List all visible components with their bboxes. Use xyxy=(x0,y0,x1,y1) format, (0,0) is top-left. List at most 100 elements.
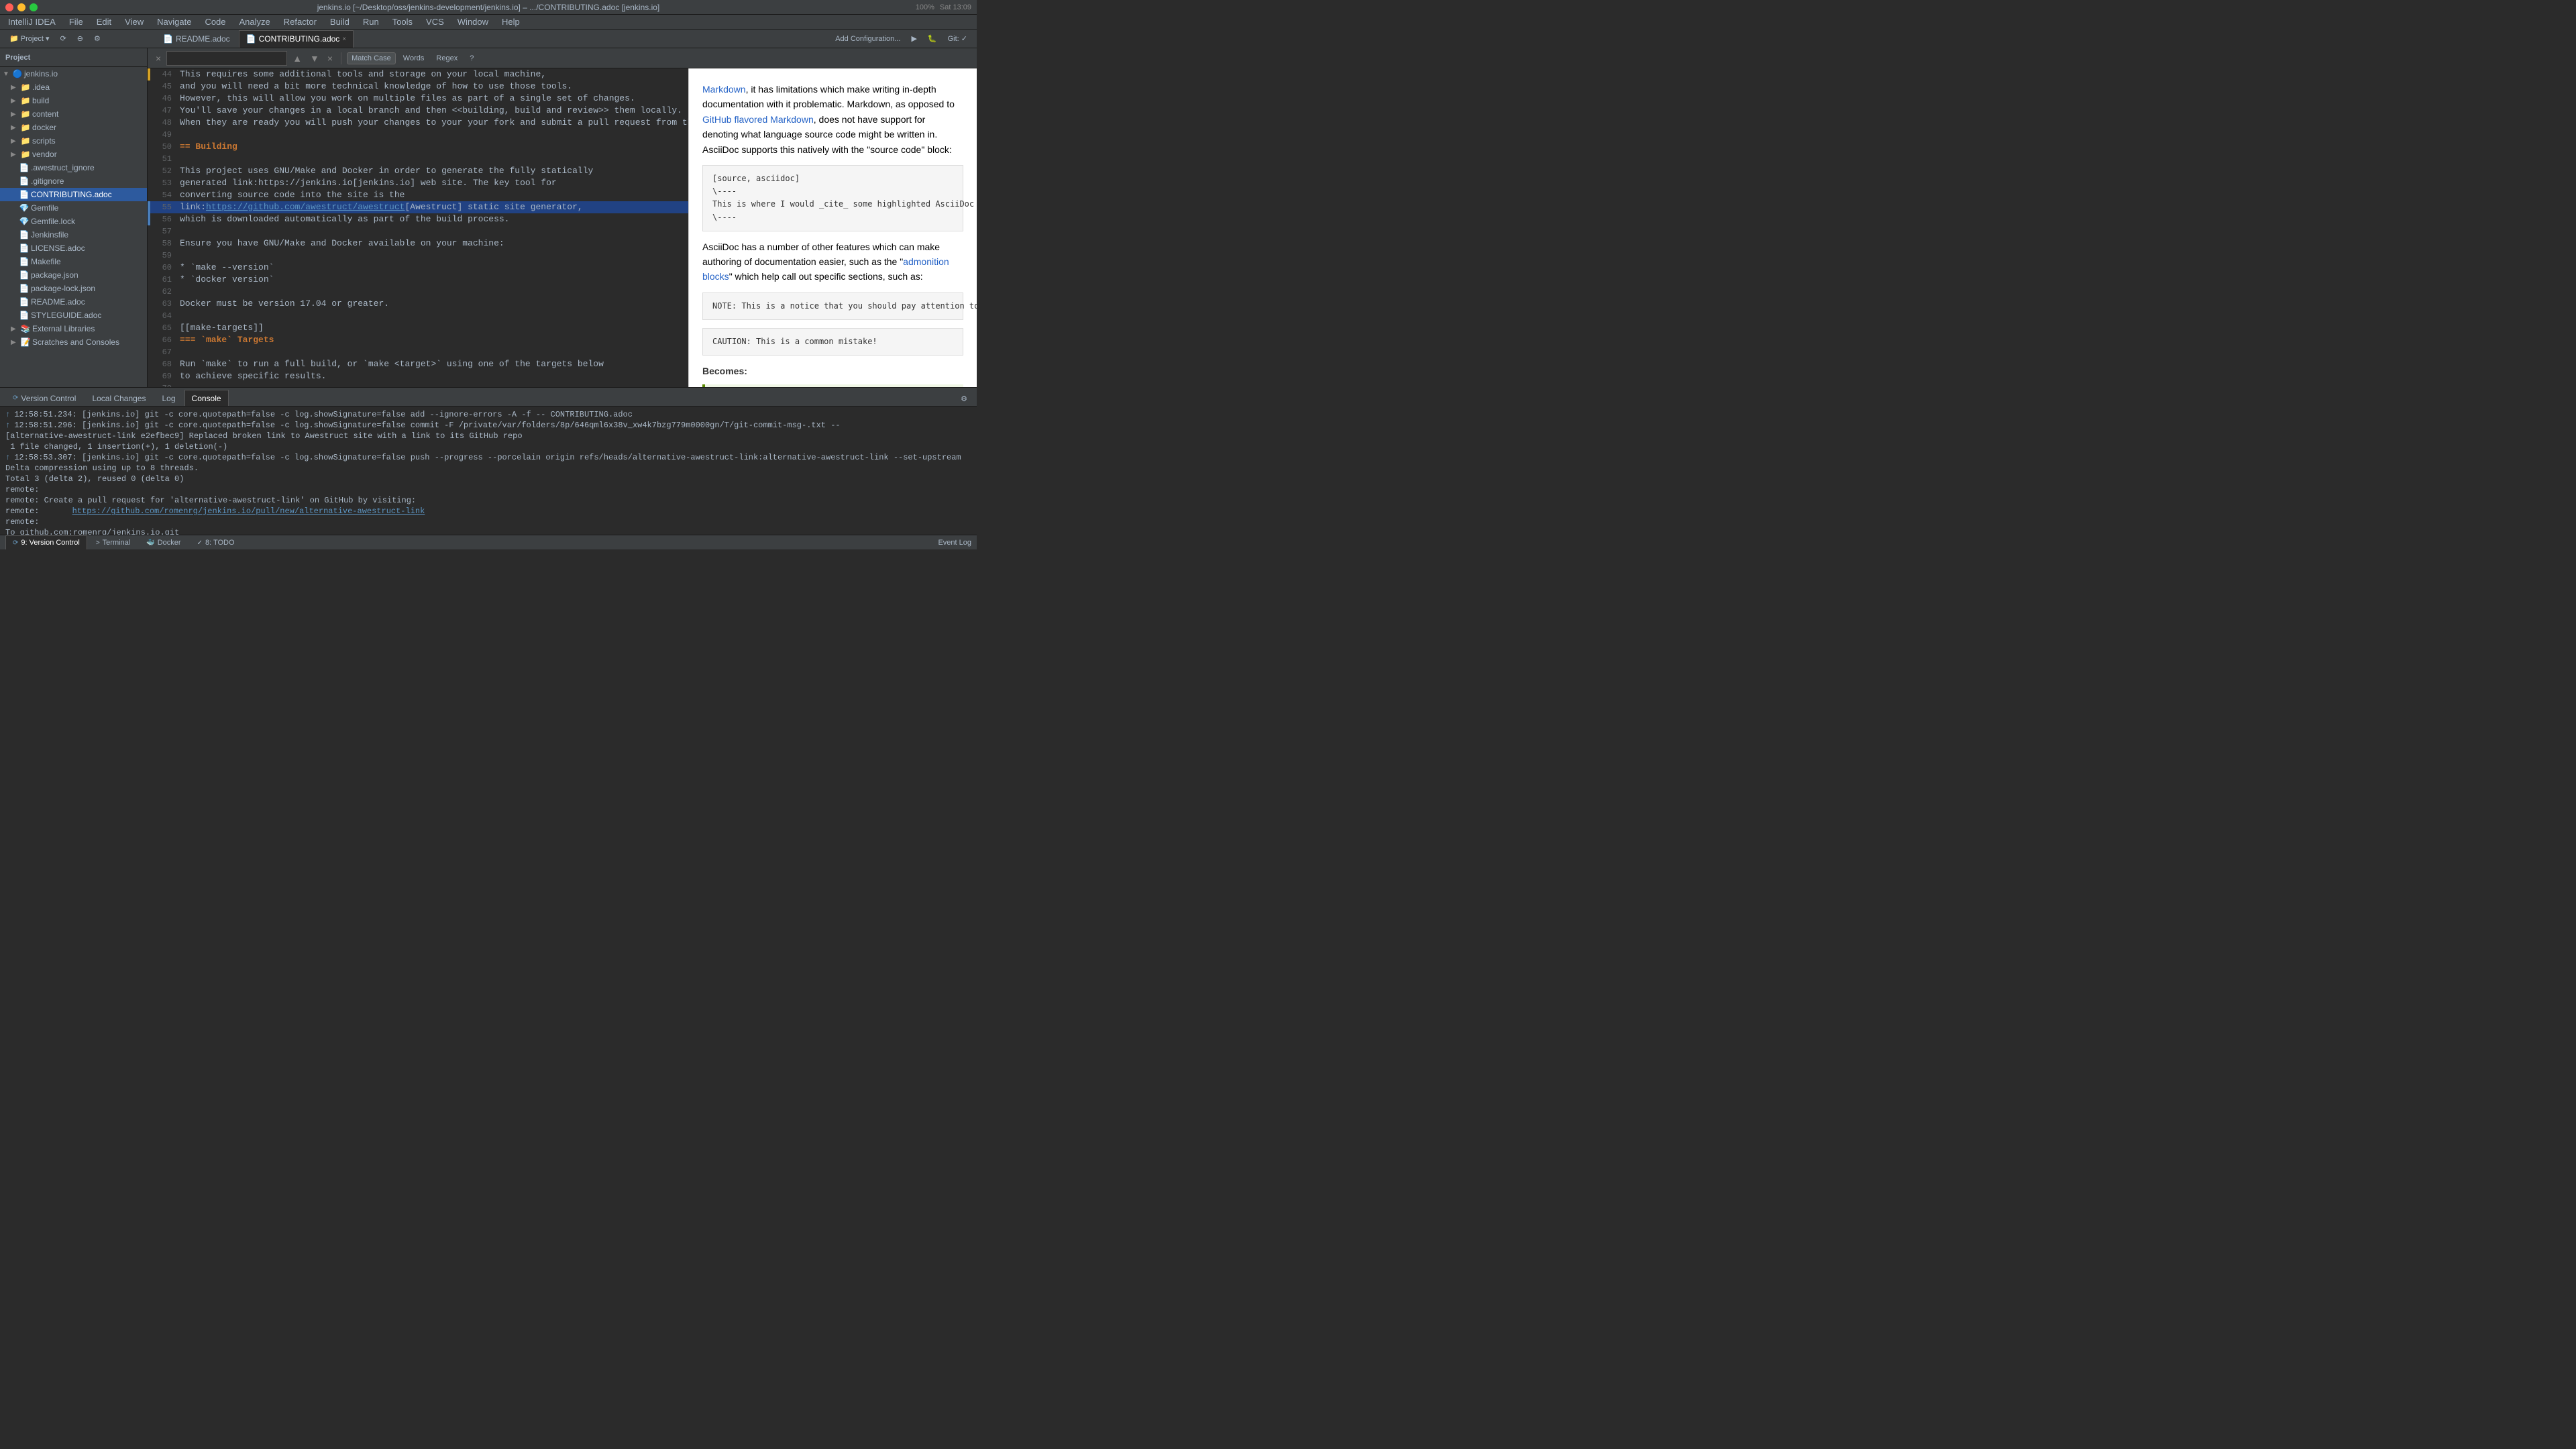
sidebar-item-jenkinsfile[interactable]: 📄 Jenkinsfile xyxy=(0,228,147,241)
todo-icon: ✓ xyxy=(197,539,203,547)
debug-btn[interactable]: 🐛 xyxy=(924,32,941,46)
menu-tools[interactable]: Tools xyxy=(390,15,415,28)
search-regex[interactable]: Regex xyxy=(431,52,462,64)
search-next[interactable]: ▼ xyxy=(307,52,322,65)
maximize-button[interactable] xyxy=(30,3,38,11)
menu-intellij[interactable]: IntelliJ IDEA xyxy=(5,15,58,28)
search-close[interactable]: × xyxy=(153,52,164,65)
sidebar-item-gemfile[interactable]: 💎 Gemfile xyxy=(0,201,147,215)
code-block-asciidoc: [source, asciidoc] \---- This is where I… xyxy=(702,165,963,231)
sidebar-item-scratches[interactable]: ▶ 📝 Scratches and Consoles xyxy=(0,335,147,349)
tab-contributing[interactable]: 📄 CONTRIBUTING.adoc × xyxy=(239,30,354,48)
event-log-btn[interactable]: Event Log xyxy=(938,539,971,547)
bottom-settings-btn[interactable]: ⚙ xyxy=(957,391,971,406)
sidebar-item-docker[interactable]: ▶ 📁 docker xyxy=(0,121,147,134)
sidebar-item-styleguide[interactable]: 📄 STYLEGUIDE.adoc xyxy=(0,309,147,322)
table-row: 53 generated link:https://jenkins.io[jen… xyxy=(148,177,688,189)
sidebar-item-scripts[interactable]: ▶ 📁 scripts xyxy=(0,134,147,148)
search-words[interactable]: Words xyxy=(398,52,429,64)
menu-code[interactable]: Code xyxy=(202,15,228,28)
list-item: ↑ 12:58:51.234: [jenkins.io] git -c core… xyxy=(5,409,971,420)
run-btn[interactable]: ▶ xyxy=(907,32,920,46)
tab-readme[interactable]: 📄 README.adoc xyxy=(156,30,237,48)
note-block: NOTE This is a notice that you should pa… xyxy=(702,384,963,387)
menu-build[interactable]: Build xyxy=(327,15,352,28)
close-button[interactable] xyxy=(5,3,13,11)
search-match-case[interactable]: Match Case xyxy=(347,52,396,64)
toolbar-settings[interactable]: ⚙ xyxy=(90,32,105,46)
vendor-label: vendor xyxy=(32,150,57,159)
menu-refactor[interactable]: Refactor xyxy=(281,15,319,28)
menu-navigate[interactable]: Navigate xyxy=(154,15,194,28)
github-markdown-link[interactable]: GitHub flavored Markdown xyxy=(702,114,814,125)
terminal-label: Terminal xyxy=(103,539,131,547)
sidebar-item-vendor[interactable]: ▶ 📁 vendor xyxy=(0,148,147,161)
makefile-label: Makefile xyxy=(31,257,61,266)
git-btn[interactable]: Git: ✓ xyxy=(944,32,971,46)
search-close2[interactable]: × xyxy=(325,52,335,65)
table-row: 48 When they are ready you will push you… xyxy=(148,117,688,129)
sidebar-root[interactable]: ▼ 🔵 jenkins.io xyxy=(0,67,147,80)
tab-contributing-close[interactable]: × xyxy=(342,36,346,43)
sidebar-item-external-libraries[interactable]: ▶ 📚 External Libraries xyxy=(0,322,147,335)
table-row: 47 You'll save your changes in a local b… xyxy=(148,105,688,117)
add-config-btn[interactable]: Add Configuration... xyxy=(831,32,904,46)
menu-edit[interactable]: Edit xyxy=(94,15,114,28)
code-editor[interactable]: 44 This requires some additional tools a… xyxy=(148,68,688,387)
table-row: 64 xyxy=(148,310,688,322)
sidebar-item-contributing[interactable]: 📄 CONTRIBUTING.adoc xyxy=(0,188,147,201)
tab-readme-label: README.adoc xyxy=(176,34,230,44)
readme-label: README.adoc xyxy=(31,297,85,307)
sidebar-item-awestruct-ignore[interactable]: 📄 .awestruct_ignore xyxy=(0,161,147,174)
bottom-tab-row: ⟳ 9: Version Control > Terminal 🐳 Docker… xyxy=(0,535,977,549)
project-dropdown[interactable]: 📁 Project ▾ xyxy=(5,32,54,46)
table-row: 59 xyxy=(148,250,688,262)
menu-vcs[interactable]: VCS xyxy=(423,15,447,28)
tab-lc-label: Local Changes xyxy=(92,394,146,403)
sidebar-item-build[interactable]: ▶ 📁 build xyxy=(0,94,147,107)
menu-window[interactable]: Window xyxy=(455,15,491,28)
sidebar-item-makefile[interactable]: 📄 Makefile xyxy=(0,255,147,268)
tab-version-control[interactable]: ⟳ Version Control xyxy=(5,390,83,406)
admonition-link[interactable]: admonition blocks xyxy=(702,256,949,282)
sidebar-item-gitignore[interactable]: 📄 .gitignore xyxy=(0,174,147,188)
menu-help[interactable]: Help xyxy=(499,15,523,28)
sidebar-item-license[interactable]: 📄 LICENSE.adoc xyxy=(0,241,147,255)
sidebar-item-idea[interactable]: ▶ 📁 .idea xyxy=(0,80,147,94)
zoom-level: 100% xyxy=(916,3,934,11)
tab-docker[interactable]: 🐳 Docker xyxy=(139,535,188,550)
scratches-label: Scratches and Consoles xyxy=(32,337,119,347)
gitignore-label: .gitignore xyxy=(31,176,64,186)
menu-run[interactable]: Run xyxy=(360,15,382,28)
menu-analyze[interactable]: Analyze xyxy=(237,15,273,28)
tab-contributing-label: CONTRIBUTING.adoc xyxy=(259,34,340,44)
tab-console[interactable]: Console xyxy=(184,390,229,406)
toolbar-collapse[interactable]: ⊖ xyxy=(73,32,87,46)
extlib-arrow: ▶ xyxy=(11,325,19,333)
search-input[interactable] xyxy=(166,51,287,66)
contributing-label: CONTRIBUTING.adoc xyxy=(31,190,112,199)
sidebar-item-content[interactable]: ▶ 📁 content xyxy=(0,107,147,121)
list-item: Total 3 (delta 2), reused 0 (delta 0) xyxy=(5,474,971,484)
minimize-button[interactable] xyxy=(17,3,25,11)
sidebar-item-package-json[interactable]: 📄 package.json xyxy=(0,268,147,282)
arrow-up-icon: ↑ xyxy=(5,452,10,463)
list-item: remote: xyxy=(5,517,971,527)
menu-file[interactable]: File xyxy=(66,15,86,28)
sidebar-item-gemfile-lock[interactable]: 💎 Gemfile.lock xyxy=(0,215,147,228)
table-row: 58 Ensure you have GNU/Make and Docker a… xyxy=(148,237,688,250)
tab-todo[interactable]: ✓ 8: TODO xyxy=(190,535,242,550)
console-pr-link[interactable]: https://github.com/romenrg/jenkins.io/pu… xyxy=(72,506,425,517)
sidebar-item-readme[interactable]: 📄 README.adoc xyxy=(0,295,147,309)
toolbar-sync[interactable]: ⟳ xyxy=(56,32,70,46)
search-help[interactable]: ? xyxy=(465,52,478,64)
tab-log[interactable]: Log xyxy=(155,390,183,406)
menu-view[interactable]: View xyxy=(122,15,146,28)
tab-local-changes[interactable]: Local Changes xyxy=(85,390,153,406)
tab-version-control-bottom[interactable]: ⟳ 9: Version Control xyxy=(5,535,87,550)
markdown-link[interactable]: Markdown xyxy=(702,84,746,95)
search-prev[interactable]: ▲ xyxy=(290,52,305,65)
vc-bottom-icon: ⟳ xyxy=(13,539,18,547)
tab-terminal[interactable]: > Terminal xyxy=(89,535,138,550)
sidebar-item-package-lock[interactable]: 📄 package-lock.json xyxy=(0,282,147,295)
